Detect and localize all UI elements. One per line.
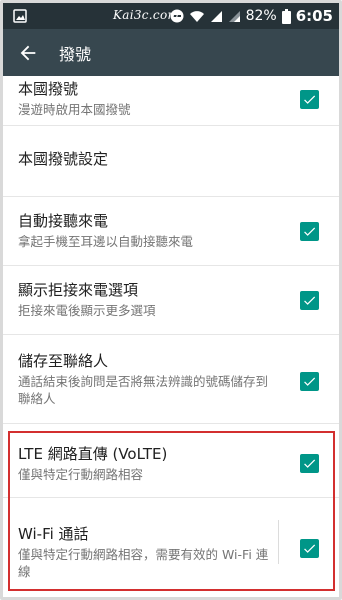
status-icons: 82% 6:05 <box>170 7 333 25</box>
setting-home-dialing[interactable]: 本國撥號 漫遊時啟用本國撥號 <box>3 76 339 126</box>
clock: 6:05 <box>295 7 333 25</box>
battery-percent: 82% <box>245 8 277 24</box>
status-bar: Kai3c.com 82% 6:05 <box>3 3 339 29</box>
wifi-calling-divider <box>278 520 279 564</box>
show-reject-options-checkbox[interactable] <box>300 291 319 310</box>
setting-summary: 拒接來電後顯示更多選項 <box>18 303 156 318</box>
setting-home-dialing-settings[interactable]: 本國撥號設定 <box>3 126 339 197</box>
setting-wifi-calling[interactable]: Wi-Fi 通話 僅與特定行動網路相容，需要有效的 Wi-Fi 連線 <box>3 498 339 582</box>
setting-show-reject-options[interactable]: 顯示拒接來電選項 拒接來電後顯示更多選項 <box>3 266 339 335</box>
setting-title: LTE 網路直傳 (VoLTE) <box>18 445 168 463</box>
settings-list: 本國撥號 漫遊時啟用本國撥號 本國撥號設定 自動接聽來電 拿起手機至耳邊以自動接… <box>3 76 339 582</box>
setting-title: 顯示拒接來電選項 <box>18 281 139 299</box>
check-icon <box>304 377 316 386</box>
signal-icon <box>210 10 222 22</box>
setting-title: 本國撥號 <box>18 80 79 98</box>
volte-checkbox[interactable] <box>300 454 319 473</box>
wifi-calling-checkbox[interactable] <box>300 539 319 558</box>
setting-title: 儲存至聯絡人 <box>18 352 109 370</box>
setting-summary: 通話結束後詢問是否將無法辨識的號碼儲存到聯絡人 <box>18 374 269 406</box>
signal-icon-2 <box>228 10 240 22</box>
home-dialing-checkbox[interactable] <box>300 90 319 109</box>
setting-auto-answer[interactable]: 自動接聽來電 拿起手機至耳邊以自動接聽來電 <box>3 197 339 266</box>
check-icon <box>304 296 316 305</box>
setting-summary: 拿起手機至耳邊以自動接聽來電 <box>18 234 194 249</box>
setting-summary: 僅與特定行動網路相容，需要有效的 Wi-Fi 連線 <box>18 547 269 579</box>
setting-summary: 漫遊時啟用本國撥號 <box>18 102 131 117</box>
setting-save-to-contacts[interactable]: 儲存至聯絡人 通話結束後詢問是否將無法辨識的號碼儲存到聯絡人 <box>3 335 339 424</box>
check-icon <box>304 95 316 104</box>
setting-title: Wi-Fi 通話 <box>18 525 89 543</box>
setting-title: 本國撥號設定 <box>18 150 109 168</box>
back-arrow-icon[interactable] <box>17 42 39 64</box>
save-to-contacts-checkbox[interactable] <box>300 372 319 391</box>
battery-icon <box>281 8 291 24</box>
setting-summary: 僅與特定行動網路相容 <box>18 467 144 482</box>
wifi-icon <box>189 11 204 22</box>
check-icon <box>304 459 316 468</box>
watermark: Kai3c.com <box>113 8 180 22</box>
check-icon <box>304 227 316 236</box>
auto-answer-checkbox[interactable] <box>300 222 319 241</box>
page-title: 撥號 <box>59 44 92 64</box>
setting-volte[interactable]: LTE 網路直傳 (VoLTE) 僅與特定行動網路相容 <box>3 424 339 498</box>
app-bar: 撥號 <box>3 29 339 76</box>
image-notification-icon <box>13 9 27 23</box>
check-icon <box>304 544 316 553</box>
setting-title: 自動接聽來電 <box>18 212 109 230</box>
